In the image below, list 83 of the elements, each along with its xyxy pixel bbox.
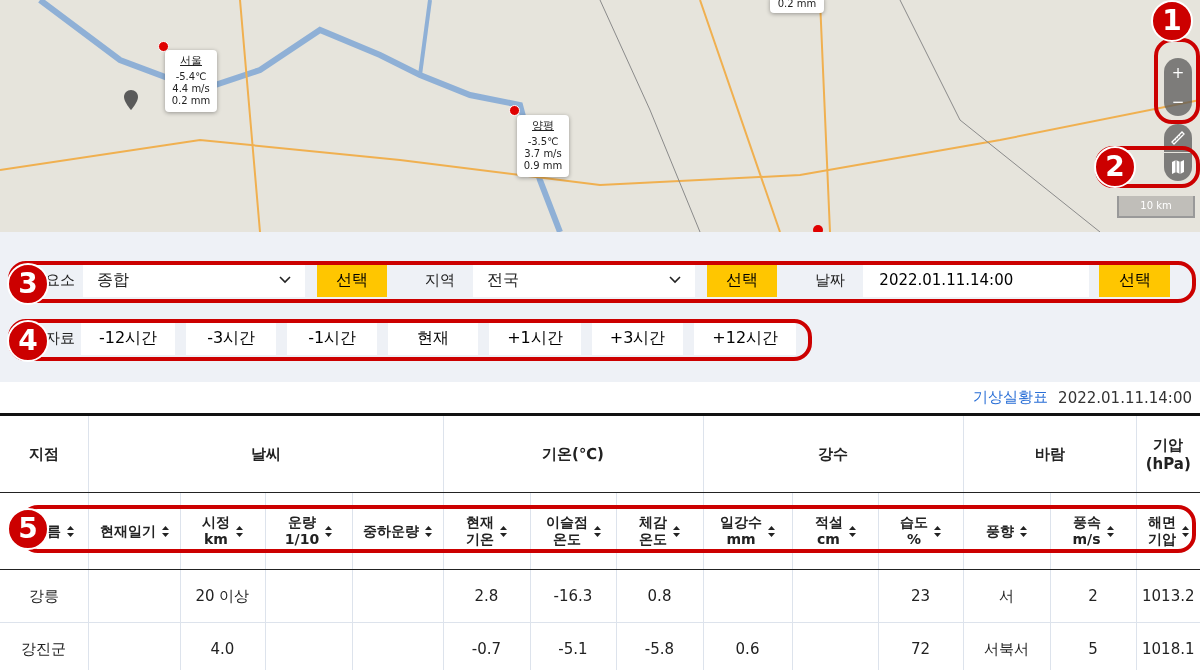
- sort-icon: [934, 525, 941, 537]
- column-group-header: 기온(℃): [443, 414, 703, 493]
- sort-icon: [673, 525, 680, 537]
- column-group-header: 기압 (hPa): [1136, 414, 1200, 493]
- time-shift-button[interactable]: -12시간: [81, 321, 176, 355]
- table-cell: -0.7: [443, 622, 530, 670]
- annotation-number: 5: [7, 508, 49, 550]
- sort-icon: [1106, 525, 1114, 537]
- select-button[interactable]: 선택: [706, 263, 778, 297]
- column-header[interactable]: 적설 cm: [792, 492, 878, 570]
- select-button[interactable]: 선택: [316, 263, 388, 297]
- station-popup[interactable]: 양평 -3.5℃ 3.7 m/s 0.9 mm: [517, 115, 569, 177]
- table-cell: 20 이상: [180, 569, 265, 623]
- table-cell: 1013.2: [1136, 569, 1200, 623]
- column-header[interactable]: 이슬점 온도: [530, 492, 616, 570]
- ruler-icon: [1170, 130, 1186, 146]
- chevron-down-icon: [668, 276, 681, 284]
- location-pin-icon: [124, 90, 138, 110]
- report-link[interactable]: 기상실황표: [973, 388, 1049, 407]
- column-header[interactable]: 시정 km: [180, 492, 265, 570]
- table-cell: 서: [963, 569, 1051, 623]
- table-cell: 2: [1050, 569, 1137, 623]
- table-cell: 강릉: [0, 569, 88, 623]
- sort-icon: [1181, 525, 1189, 537]
- chevron-down-icon: [278, 276, 291, 284]
- dropdown-field[interactable]: 종합: [83, 263, 305, 297]
- table-cell: 강진군: [0, 622, 88, 670]
- table-cell: -5.8: [616, 622, 703, 670]
- select-button[interactable]: 선택: [1099, 263, 1170, 297]
- table-cell: 서북서: [963, 622, 1051, 670]
- column-group-header: 강수: [703, 414, 964, 493]
- map-layer-button[interactable]: [1164, 153, 1192, 181]
- station-popup: 0.2 mm: [770, 0, 824, 13]
- column-header[interactable]: 일강수 mm: [703, 492, 792, 570]
- sort-icon: [500, 525, 507, 537]
- report-datetime: 2022.01.11.14:00: [1058, 388, 1192, 407]
- column-header[interactable]: 해면 기압: [1136, 492, 1200, 570]
- sort-icon: [848, 525, 856, 537]
- column-header[interactable]: 체감 온도: [616, 492, 703, 570]
- column-header[interactable]: 중하운량: [352, 492, 443, 570]
- sort-icon: [768, 525, 775, 537]
- filter-label: 날짜: [815, 270, 846, 290]
- zoom-in-button[interactable]: +: [1164, 58, 1192, 87]
- table-cell: -16.3: [530, 569, 616, 623]
- sort-icon: [161, 525, 169, 537]
- table-cell: 1018.1: [1136, 622, 1200, 670]
- station-marker[interactable]: [509, 105, 520, 116]
- column-header[interactable]: 현재 기온: [443, 492, 530, 570]
- sort-icon: [425, 525, 432, 537]
- time-shift-button[interactable]: +1시간: [489, 321, 581, 355]
- table-cell: 23: [878, 569, 964, 623]
- sort-icon: [593, 525, 601, 537]
- sort-icon: [1020, 525, 1028, 537]
- column-header[interactable]: 습도 %: [878, 492, 964, 570]
- column-group-header: 지점: [0, 414, 88, 493]
- column-header[interactable]: 운량 1/10: [265, 492, 352, 570]
- table-cell: -5.1: [530, 622, 616, 670]
- column-header[interactable]: 풍향: [963, 492, 1051, 570]
- date-input-field[interactable]: 2022.01.11.14:00: [863, 263, 1090, 297]
- table-cell: 5: [1050, 622, 1137, 670]
- column-header[interactable]: 풍속 m/s: [1050, 492, 1137, 570]
- time-shift-button[interactable]: 현재: [388, 321, 479, 355]
- table-cell: 72: [878, 622, 964, 670]
- sort-icon: [325, 525, 333, 537]
- column-header[interactable]: 현재일기: [88, 492, 180, 570]
- column-group-header: 날씨: [88, 414, 443, 493]
- filter-label: 지역: [425, 270, 456, 290]
- column-group-header: 바람: [963, 414, 1137, 493]
- zoom-out-button[interactable]: −: [1164, 87, 1192, 116]
- table-cell: 0.6: [703, 622, 792, 670]
- sort-icon: [67, 525, 75, 537]
- table-cell: 4.0: [180, 622, 265, 670]
- time-shift-button[interactable]: +3시간: [591, 321, 684, 355]
- time-shift-button[interactable]: +12시간: [694, 321, 797, 355]
- table-cell: 0.8: [616, 569, 703, 623]
- station-popup[interactable]: 서울 -5.4℃ 4.4 m/s 0.2 mm: [165, 50, 217, 112]
- dropdown-field[interactable]: 전국: [473, 263, 695, 297]
- scale-bar: 10 km: [1117, 196, 1195, 218]
- table-cell: 2.8: [443, 569, 530, 623]
- map-icon: [1170, 159, 1186, 175]
- time-shift-button[interactable]: -1시간: [287, 321, 378, 355]
- time-shift-button[interactable]: -3시간: [186, 321, 277, 355]
- sort-icon: [236, 525, 243, 537]
